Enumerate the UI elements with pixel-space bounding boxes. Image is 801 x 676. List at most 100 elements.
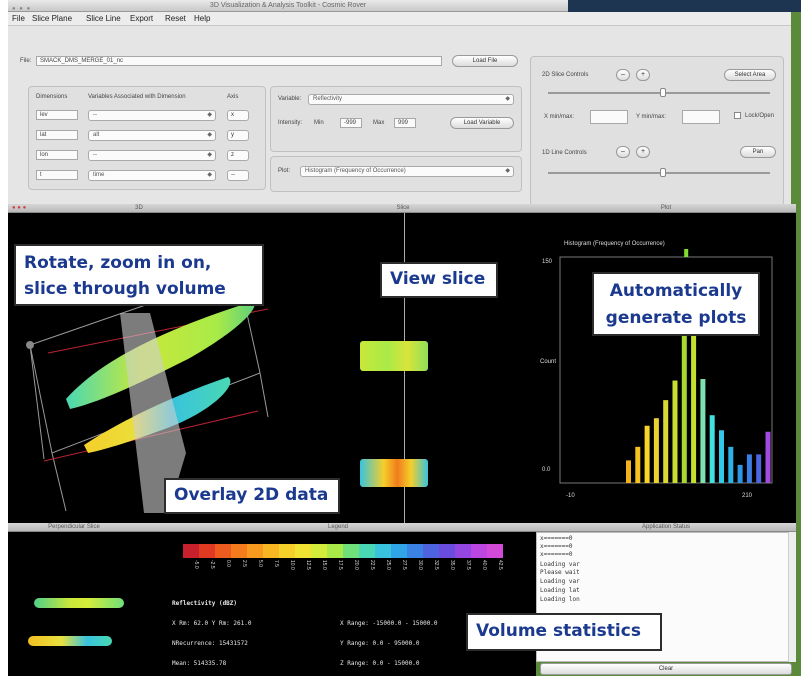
color-swatch (279, 544, 295, 558)
status-scrollbar[interactable] (788, 532, 796, 662)
color-swatch (311, 544, 327, 558)
file-field[interactable]: SMACK_DMS_MERGE_01_nc (36, 56, 442, 66)
panel-perp-titlebar[interactable]: Perpendicular Slice (8, 523, 140, 532)
slice2d-minus-button[interactable]: – (616, 69, 630, 81)
histogram-svg (559, 249, 773, 484)
menu-help[interactable]: Help (194, 14, 210, 23)
intensity-min-field[interactable]: -999 (340, 118, 362, 128)
color-scale-tick: 0.0 (225, 560, 231, 567)
color-swatch (359, 544, 375, 558)
histogram-bar (644, 425, 650, 483)
color-scale-tick: 37.5 (465, 560, 471, 570)
dim-row-2-variable[interactable]: alt ◆ (88, 130, 216, 141)
color-scale-tick: 32.5 (433, 560, 439, 570)
plot-select[interactable]: Histogram (Frequency of Occurrence) ◆ (300, 166, 514, 177)
slice2d-slider-knob[interactable] (660, 88, 666, 97)
dim-row-2-axis[interactable]: y (227, 130, 249, 141)
panel-3d-titlebar[interactable]: ● ● ● 3D (8, 204, 270, 213)
menu-slice-plane[interactable]: Slice Plane (32, 14, 72, 23)
histogram-bar (719, 430, 724, 483)
panel-legend-title: Legend (327, 524, 349, 530)
dim-row-1-axis[interactable]: x (227, 110, 249, 121)
slice2d-plus-button[interactable]: + (636, 69, 650, 81)
perp-slice-panel[interactable] (8, 532, 140, 676)
dim-row-3-name[interactable]: lon (36, 150, 78, 160)
color-swatch (183, 544, 199, 558)
histogram-xtick-right: 210 (742, 493, 753, 499)
color-scale-tick: 27.5 (401, 560, 407, 570)
load-file-button[interactable]: Load File (452, 55, 518, 67)
dim-row-4-variable[interactable]: time ◆ (88, 170, 216, 181)
menu-reset[interactable]: Reset (165, 14, 186, 23)
stats-title: Reflectivity (dBZ) (172, 600, 238, 607)
color-swatch (327, 544, 343, 558)
log-line: x=======0 (540, 535, 573, 542)
menu-export[interactable]: Export (130, 14, 153, 23)
slice2d-slider[interactable] (548, 92, 770, 94)
line1d-slider[interactable] (548, 172, 770, 174)
stats-line-2: NRecurrence: 15431572 (172, 640, 248, 647)
window-titlebar[interactable]: ● ● ● 3D Visualization & Analysis Toolki… (8, 0, 568, 12)
variable-select[interactable]: Reflectivity ◆ (308, 94, 514, 105)
dim-row-3-variable[interactable]: -- ◆ (88, 150, 216, 161)
panel-legend-titlebar[interactable]: Legend (140, 523, 536, 532)
dim-row-4-name[interactable]: t (36, 170, 78, 180)
histogram-bar (653, 418, 659, 483)
line1d-slider-knob[interactable] (660, 168, 666, 177)
stats-xrange: X Range: -15000.0 - 15000.0 (340, 620, 438, 627)
menu-slice-line[interactable]: Slice Line (86, 14, 121, 23)
load-variable-button[interactable]: Load Variable (450, 117, 514, 129)
select-area-button[interactable]: Select Area (724, 69, 776, 81)
panel-slice-title: Slice (396, 205, 410, 211)
histogram-bar (672, 380, 678, 483)
color-scale-tick: 2.5 (241, 560, 247, 567)
color-scale-tick: 30.0 (417, 560, 423, 570)
pan-button[interactable]: Pan (740, 146, 776, 158)
variable-label: Variable: (278, 96, 302, 102)
line1d-minus-button[interactable]: – (616, 146, 630, 158)
perp-upper-layer (34, 598, 124, 608)
dim-row-1-name[interactable]: lev (36, 110, 78, 120)
color-swatch (215, 544, 231, 558)
lock-checkbox[interactable] (734, 112, 741, 119)
perp-lower-layer (28, 636, 112, 646)
dim-row-3-axis[interactable]: z (227, 150, 249, 161)
panel-status-titlebar[interactable]: Application Status (536, 523, 796, 532)
panel-plot-titlebar[interactable]: Plot (536, 204, 796, 213)
line1d-plus-button[interactable]: + (636, 146, 650, 158)
slice2d-label: 2D Slice Controls (542, 72, 589, 78)
view-plot-panel[interactable]: Histogram (Frequency of Occurrence) 150 … (536, 213, 796, 523)
rotate-handle[interactable] (26, 341, 34, 349)
log-line: x=======0 (540, 543, 573, 550)
log-line: Loading var (540, 561, 580, 568)
ymin-label: Y min/max: (636, 114, 666, 120)
stats-line-1: X Rm: 62.0 Y Rm: 261.0 (172, 620, 252, 627)
dim-row-4-axis[interactable]: -- (227, 170, 249, 181)
color-scale-tick: 25.0 (385, 560, 391, 570)
callout-overlay: Overlay 2D data (164, 478, 340, 514)
intensity-max-field[interactable]: 999 (394, 118, 416, 128)
clear-button[interactable]: Clear (540, 663, 792, 675)
callout-auto-plots-line-1: Automatically (609, 281, 743, 301)
panel-plot-title: Plot (660, 205, 672, 211)
slice-upper-layer (360, 341, 428, 371)
xmin-field[interactable] (590, 110, 628, 124)
color-scale-tick: 20.0 (353, 560, 359, 570)
color-scale-tick: 10.0 (289, 560, 295, 570)
view-slice-panel[interactable] (360, 213, 536, 523)
stats-yrange: Y Range: 0.0 - 95000.0 (340, 640, 420, 647)
panel-slice-titlebar[interactable]: Slice (270, 204, 536, 213)
color-scale-tick: 7.5 (273, 560, 279, 567)
dim-row-1-variable[interactable]: -- ◆ (88, 110, 216, 121)
window-title: 3D Visualization & Analysis Toolkit - Co… (209, 2, 367, 9)
color-scale-tick: 40.0 (481, 560, 487, 570)
ymin-field[interactable] (682, 110, 720, 124)
window-controls-icon[interactable]: ● ● ● (12, 204, 26, 213)
color-swatch (263, 544, 279, 558)
histogram-ytick-top: 150 (542, 259, 553, 265)
dim-row-2-name[interactable]: lat (36, 130, 78, 140)
menu-file[interactable]: File (12, 14, 25, 23)
variables-header: Variables Associated with Dimension (88, 94, 186, 100)
panel-3d-title: 3D (135, 205, 143, 211)
log-line: Please wait (540, 569, 580, 576)
